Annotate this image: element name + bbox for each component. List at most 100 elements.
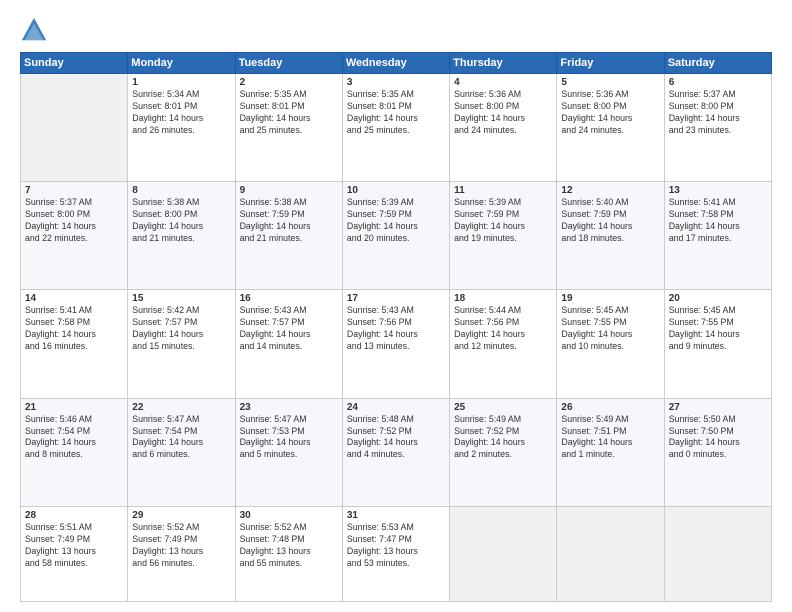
cell-info: Sunrise: 5:35 AM Sunset: 8:01 PM Dayligh… xyxy=(240,89,338,137)
day-number: 26 xyxy=(561,402,659,413)
day-number: 8 xyxy=(132,185,230,196)
cell-info: Sunrise: 5:40 AM Sunset: 7:59 PM Dayligh… xyxy=(561,197,659,245)
logo xyxy=(20,16,52,44)
cell-info: Sunrise: 5:52 AM Sunset: 7:48 PM Dayligh… xyxy=(240,522,338,570)
cell-info: Sunrise: 5:37 AM Sunset: 8:00 PM Dayligh… xyxy=(669,89,767,137)
calendar-day-header: Wednesday xyxy=(342,53,449,74)
calendar-cell: 18Sunrise: 5:44 AM Sunset: 7:56 PM Dayli… xyxy=(450,290,557,398)
day-number: 31 xyxy=(347,510,445,521)
day-number: 27 xyxy=(669,402,767,413)
day-number: 15 xyxy=(132,293,230,304)
cell-info: Sunrise: 5:38 AM Sunset: 8:00 PM Dayligh… xyxy=(132,197,230,245)
calendar-table: SundayMondayTuesdayWednesdayThursdayFrid… xyxy=(20,52,772,602)
cell-info: Sunrise: 5:34 AM Sunset: 8:01 PM Dayligh… xyxy=(132,89,230,137)
cell-info: Sunrise: 5:45 AM Sunset: 7:55 PM Dayligh… xyxy=(561,305,659,353)
calendar-cell: 14Sunrise: 5:41 AM Sunset: 7:58 PM Dayli… xyxy=(21,290,128,398)
day-number: 9 xyxy=(240,185,338,196)
calendar-cell: 19Sunrise: 5:45 AM Sunset: 7:55 PM Dayli… xyxy=(557,290,664,398)
calendar-cell: 28Sunrise: 5:51 AM Sunset: 7:49 PM Dayli… xyxy=(21,506,128,601)
calendar-cell: 17Sunrise: 5:43 AM Sunset: 7:56 PM Dayli… xyxy=(342,290,449,398)
day-number: 21 xyxy=(25,402,123,413)
calendar-cell: 10Sunrise: 5:39 AM Sunset: 7:59 PM Dayli… xyxy=(342,182,449,290)
day-number: 23 xyxy=(240,402,338,413)
cell-info: Sunrise: 5:43 AM Sunset: 7:57 PM Dayligh… xyxy=(240,305,338,353)
calendar-cell xyxy=(557,506,664,601)
cell-info: Sunrise: 5:41 AM Sunset: 7:58 PM Dayligh… xyxy=(669,197,767,245)
cell-info: Sunrise: 5:53 AM Sunset: 7:47 PM Dayligh… xyxy=(347,522,445,570)
day-number: 1 xyxy=(132,77,230,88)
calendar-day-header: Friday xyxy=(557,53,664,74)
cell-info: Sunrise: 5:43 AM Sunset: 7:56 PM Dayligh… xyxy=(347,305,445,353)
calendar-cell: 2Sunrise: 5:35 AM Sunset: 8:01 PM Daylig… xyxy=(235,74,342,182)
calendar-cell: 30Sunrise: 5:52 AM Sunset: 7:48 PM Dayli… xyxy=(235,506,342,601)
cell-info: Sunrise: 5:50 AM Sunset: 7:50 PM Dayligh… xyxy=(669,414,767,462)
day-number: 20 xyxy=(669,293,767,304)
cell-info: Sunrise: 5:38 AM Sunset: 7:59 PM Dayligh… xyxy=(240,197,338,245)
calendar-cell: 27Sunrise: 5:50 AM Sunset: 7:50 PM Dayli… xyxy=(664,398,771,506)
cell-info: Sunrise: 5:36 AM Sunset: 8:00 PM Dayligh… xyxy=(561,89,659,137)
cell-info: Sunrise: 5:42 AM Sunset: 7:57 PM Dayligh… xyxy=(132,305,230,353)
calendar-cell: 15Sunrise: 5:42 AM Sunset: 7:57 PM Dayli… xyxy=(128,290,235,398)
calendar-day-header: Saturday xyxy=(664,53,771,74)
cell-info: Sunrise: 5:51 AM Sunset: 7:49 PM Dayligh… xyxy=(25,522,123,570)
day-number: 16 xyxy=(240,293,338,304)
calendar-week-row: 7Sunrise: 5:37 AM Sunset: 8:00 PM Daylig… xyxy=(21,182,772,290)
day-number: 7 xyxy=(25,185,123,196)
calendar-cell: 24Sunrise: 5:48 AM Sunset: 7:52 PM Dayli… xyxy=(342,398,449,506)
calendar-cell xyxy=(450,506,557,601)
day-number: 18 xyxy=(454,293,552,304)
cell-info: Sunrise: 5:45 AM Sunset: 7:55 PM Dayligh… xyxy=(669,305,767,353)
day-number: 11 xyxy=(454,185,552,196)
calendar-week-row: 28Sunrise: 5:51 AM Sunset: 7:49 PM Dayli… xyxy=(21,506,772,601)
day-number: 14 xyxy=(25,293,123,304)
day-number: 25 xyxy=(454,402,552,413)
calendar-cell: 25Sunrise: 5:49 AM Sunset: 7:52 PM Dayli… xyxy=(450,398,557,506)
cell-info: Sunrise: 5:52 AM Sunset: 7:49 PM Dayligh… xyxy=(132,522,230,570)
calendar-cell xyxy=(21,74,128,182)
calendar-cell: 29Sunrise: 5:52 AM Sunset: 7:49 PM Dayli… xyxy=(128,506,235,601)
day-number: 13 xyxy=(669,185,767,196)
day-number: 30 xyxy=(240,510,338,521)
calendar-cell: 7Sunrise: 5:37 AM Sunset: 8:00 PM Daylig… xyxy=(21,182,128,290)
calendar-week-row: 1Sunrise: 5:34 AM Sunset: 8:01 PM Daylig… xyxy=(21,74,772,182)
day-number: 10 xyxy=(347,185,445,196)
day-number: 2 xyxy=(240,77,338,88)
day-number: 29 xyxy=(132,510,230,521)
cell-info: Sunrise: 5:47 AM Sunset: 7:54 PM Dayligh… xyxy=(132,414,230,462)
day-number: 12 xyxy=(561,185,659,196)
day-number: 6 xyxy=(669,77,767,88)
calendar-cell: 5Sunrise: 5:36 AM Sunset: 8:00 PM Daylig… xyxy=(557,74,664,182)
calendar-day-header: Sunday xyxy=(21,53,128,74)
calendar-cell: 20Sunrise: 5:45 AM Sunset: 7:55 PM Dayli… xyxy=(664,290,771,398)
calendar-cell: 31Sunrise: 5:53 AM Sunset: 7:47 PM Dayli… xyxy=(342,506,449,601)
cell-info: Sunrise: 5:37 AM Sunset: 8:00 PM Dayligh… xyxy=(25,197,123,245)
logo-icon xyxy=(20,16,48,44)
calendar-day-header: Thursday xyxy=(450,53,557,74)
calendar-cell: 13Sunrise: 5:41 AM Sunset: 7:58 PM Dayli… xyxy=(664,182,771,290)
cell-info: Sunrise: 5:39 AM Sunset: 7:59 PM Dayligh… xyxy=(454,197,552,245)
calendar-cell: 12Sunrise: 5:40 AM Sunset: 7:59 PM Dayli… xyxy=(557,182,664,290)
day-number: 24 xyxy=(347,402,445,413)
calendar-cell: 3Sunrise: 5:35 AM Sunset: 8:01 PM Daylig… xyxy=(342,74,449,182)
day-number: 5 xyxy=(561,77,659,88)
calendar-cell: 8Sunrise: 5:38 AM Sunset: 8:00 PM Daylig… xyxy=(128,182,235,290)
cell-info: Sunrise: 5:36 AM Sunset: 8:00 PM Dayligh… xyxy=(454,89,552,137)
calendar-cell: 21Sunrise: 5:46 AM Sunset: 7:54 PM Dayli… xyxy=(21,398,128,506)
cell-info: Sunrise: 5:41 AM Sunset: 7:58 PM Dayligh… xyxy=(25,305,123,353)
cell-info: Sunrise: 5:35 AM Sunset: 8:01 PM Dayligh… xyxy=(347,89,445,137)
cell-info: Sunrise: 5:49 AM Sunset: 7:51 PM Dayligh… xyxy=(561,414,659,462)
calendar-day-header: Tuesday xyxy=(235,53,342,74)
cell-info: Sunrise: 5:39 AM Sunset: 7:59 PM Dayligh… xyxy=(347,197,445,245)
calendar-cell: 23Sunrise: 5:47 AM Sunset: 7:53 PM Dayli… xyxy=(235,398,342,506)
calendar-week-row: 21Sunrise: 5:46 AM Sunset: 7:54 PM Dayli… xyxy=(21,398,772,506)
calendar-cell: 22Sunrise: 5:47 AM Sunset: 7:54 PM Dayli… xyxy=(128,398,235,506)
calendar-cell: 16Sunrise: 5:43 AM Sunset: 7:57 PM Dayli… xyxy=(235,290,342,398)
day-number: 17 xyxy=(347,293,445,304)
calendar-cell: 6Sunrise: 5:37 AM Sunset: 8:00 PM Daylig… xyxy=(664,74,771,182)
page: SundayMondayTuesdayWednesdayThursdayFrid… xyxy=(0,0,792,612)
day-number: 4 xyxy=(454,77,552,88)
day-number: 3 xyxy=(347,77,445,88)
calendar-header-row: SundayMondayTuesdayWednesdayThursdayFrid… xyxy=(21,53,772,74)
calendar-day-header: Monday xyxy=(128,53,235,74)
header xyxy=(20,16,772,44)
